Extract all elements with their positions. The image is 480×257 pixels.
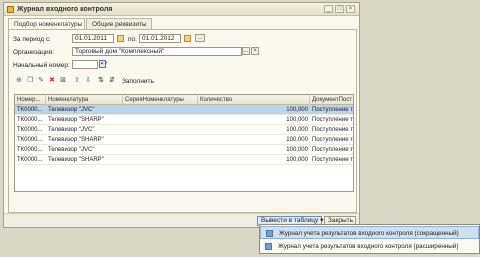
table-cell: ТК0000... bbox=[17, 137, 43, 143]
table-cell bbox=[123, 125, 198, 135]
journal-window: Журнал входного контроля _ □ × Подбор но… bbox=[3, 2, 360, 228]
table-row[interactable]: ТК0000... Телевизор "SHARP" 100,000 Поступл… bbox=[15, 135, 354, 145]
table-row[interactable]: ТК0000... Телевизор "SHARP" 100,000 Поступл… bbox=[15, 155, 354, 165]
org-clear-button[interactable]: × bbox=[251, 47, 259, 55]
fill-button[interactable]: Заполнить bbox=[122, 78, 154, 85]
table-row[interactable]: ТК0000... Телевизор "SHARP" 100,000 Поступл… bbox=[15, 115, 354, 125]
menu-item-extended-journal[interactable]: Журнал учета результатов входного контро… bbox=[260, 240, 479, 253]
column-header[interactable]: Количество bbox=[198, 95, 310, 105]
period-label: За период с: bbox=[13, 36, 51, 43]
app-icon bbox=[7, 6, 14, 13]
table-cell: Поступление то bbox=[312, 107, 354, 113]
delete-icon[interactable]: ✖ bbox=[48, 77, 56, 85]
chevron-down-icon: ▾ bbox=[320, 217, 324, 224]
table-cell bbox=[123, 135, 198, 145]
table-cell bbox=[123, 105, 198, 115]
table-cell: Поступление то bbox=[312, 137, 354, 143]
column-header[interactable]: СерияНоменклатуры bbox=[123, 95, 198, 105]
column-header[interactable]: Номенклатура bbox=[46, 95, 123, 105]
tab-general[interactable]: Общие реквизиты bbox=[86, 18, 152, 29]
table-cell: ТК0000... bbox=[17, 157, 43, 163]
column-header[interactable]: Номер... bbox=[15, 95, 46, 105]
table-cell: 100,000 bbox=[286, 147, 308, 153]
table-row[interactable]: ТК0000... Телевизор "JVC" 100,000 Поступлен… bbox=[15, 105, 354, 115]
org-label: Организация: bbox=[13, 49, 55, 56]
start-number-label: Начальный номер: bbox=[13, 62, 70, 69]
table-row[interactable]: ТК0000... Телевизор "JVC" 100,000 Поступлен… bbox=[15, 125, 354, 135]
table-cell: Телевизор "JVC" bbox=[48, 147, 95, 153]
close-icon[interactable]: ⊠ bbox=[59, 77, 67, 85]
calendar-icon[interactable] bbox=[117, 35, 124, 42]
table-cell bbox=[123, 145, 198, 155]
table-cell: ТК0000... bbox=[17, 147, 43, 153]
date-to-label: по: bbox=[128, 36, 137, 43]
date-from-field[interactable]: 01.01.2011 bbox=[72, 34, 114, 43]
sort-desc-icon[interactable]: ⇵ bbox=[108, 77, 116, 85]
export-dropdown-menu: Журнал учета результатов входного контро… bbox=[259, 224, 480, 254]
window-title: Журнал входного контроля bbox=[17, 6, 113, 13]
table-cell: 100,000 bbox=[286, 117, 308, 123]
table-cell: Телевизор "JVC" bbox=[48, 107, 95, 113]
add-icon[interactable]: ⊕ bbox=[15, 77, 23, 85]
down-icon[interactable]: ⇩ bbox=[84, 77, 92, 85]
table-cell: Телевизор "SHARP" bbox=[48, 117, 104, 123]
date-to-field[interactable]: 01.01.2012 bbox=[139, 34, 181, 43]
up-icon[interactable]: ⇧ bbox=[73, 77, 81, 85]
calendar-icon[interactable] bbox=[184, 35, 191, 42]
close-window-button[interactable]: × bbox=[346, 5, 355, 13]
export-label: Вывести в таблицу bbox=[261, 217, 319, 224]
table-cell: ТК0000... bbox=[17, 107, 43, 113]
start-number-stepper[interactable]: ▲▼ bbox=[99, 60, 108, 68]
table-cell: Телевизор "SHARP" bbox=[48, 157, 104, 163]
table-cell: 100,000 bbox=[286, 127, 308, 133]
title-bar[interactable]: Журнал входного контроля _ □ × bbox=[4, 3, 359, 16]
column-header[interactable]: ДокументПост bbox=[310, 95, 353, 105]
table-row[interactable]: ТК0000... Телевизор "JVC" 100,000 Поступлен… bbox=[15, 145, 354, 155]
table-cell: Поступление то bbox=[312, 117, 354, 123]
table-cell: ТК0000... bbox=[17, 117, 43, 123]
tab-panel: За период с: 01.01.2011 по: 01.01.2012 .… bbox=[8, 29, 357, 213]
sort-asc-icon[interactable]: ⇅ bbox=[97, 77, 105, 85]
menu-item-short-journal[interactable]: Журнал учета результатов входного контро… bbox=[260, 226, 479, 239]
table-cell: ТК0000... bbox=[17, 127, 43, 133]
table-cell bbox=[123, 115, 198, 125]
items-table: Номер... Номенклатура СерияНоменклатуры … bbox=[14, 94, 354, 192]
table-cell: 100,000 bbox=[286, 107, 308, 113]
table-header: Номер... Номенклатура СерияНоменклатуры … bbox=[15, 95, 353, 105]
organization-field[interactable]: Торговый дом "Комплексный" bbox=[72, 47, 242, 56]
table-cell: Поступление то bbox=[312, 157, 354, 163]
menu-item-label: Журнал учета результатов входного контро… bbox=[278, 243, 459, 250]
period-select-button[interactable]: ... bbox=[195, 34, 205, 42]
table-cell: 100,000 bbox=[286, 137, 308, 143]
table-cell: Поступление то bbox=[312, 127, 354, 133]
table-cell: Поступление то bbox=[312, 147, 354, 153]
edit-icon[interactable]: ✎ bbox=[37, 77, 45, 85]
menu-item-label: Журнал учета результатов входного контро… bbox=[279, 230, 459, 237]
report-icon bbox=[265, 243, 272, 250]
table-cell: 100,000 bbox=[286, 157, 308, 163]
start-number-field[interactable] bbox=[72, 60, 98, 69]
org-select-button[interactable]: ... bbox=[242, 47, 250, 55]
table-cell: Телевизор "JVC" bbox=[48, 127, 95, 133]
minimize-button[interactable]: _ bbox=[324, 5, 333, 13]
table-cell bbox=[123, 155, 198, 165]
maximize-button[interactable]: □ bbox=[335, 5, 344, 13]
table-cell: Телевизор "SHARP" bbox=[48, 137, 104, 143]
report-icon bbox=[266, 230, 273, 237]
copy-icon[interactable]: ❐ bbox=[26, 77, 34, 85]
